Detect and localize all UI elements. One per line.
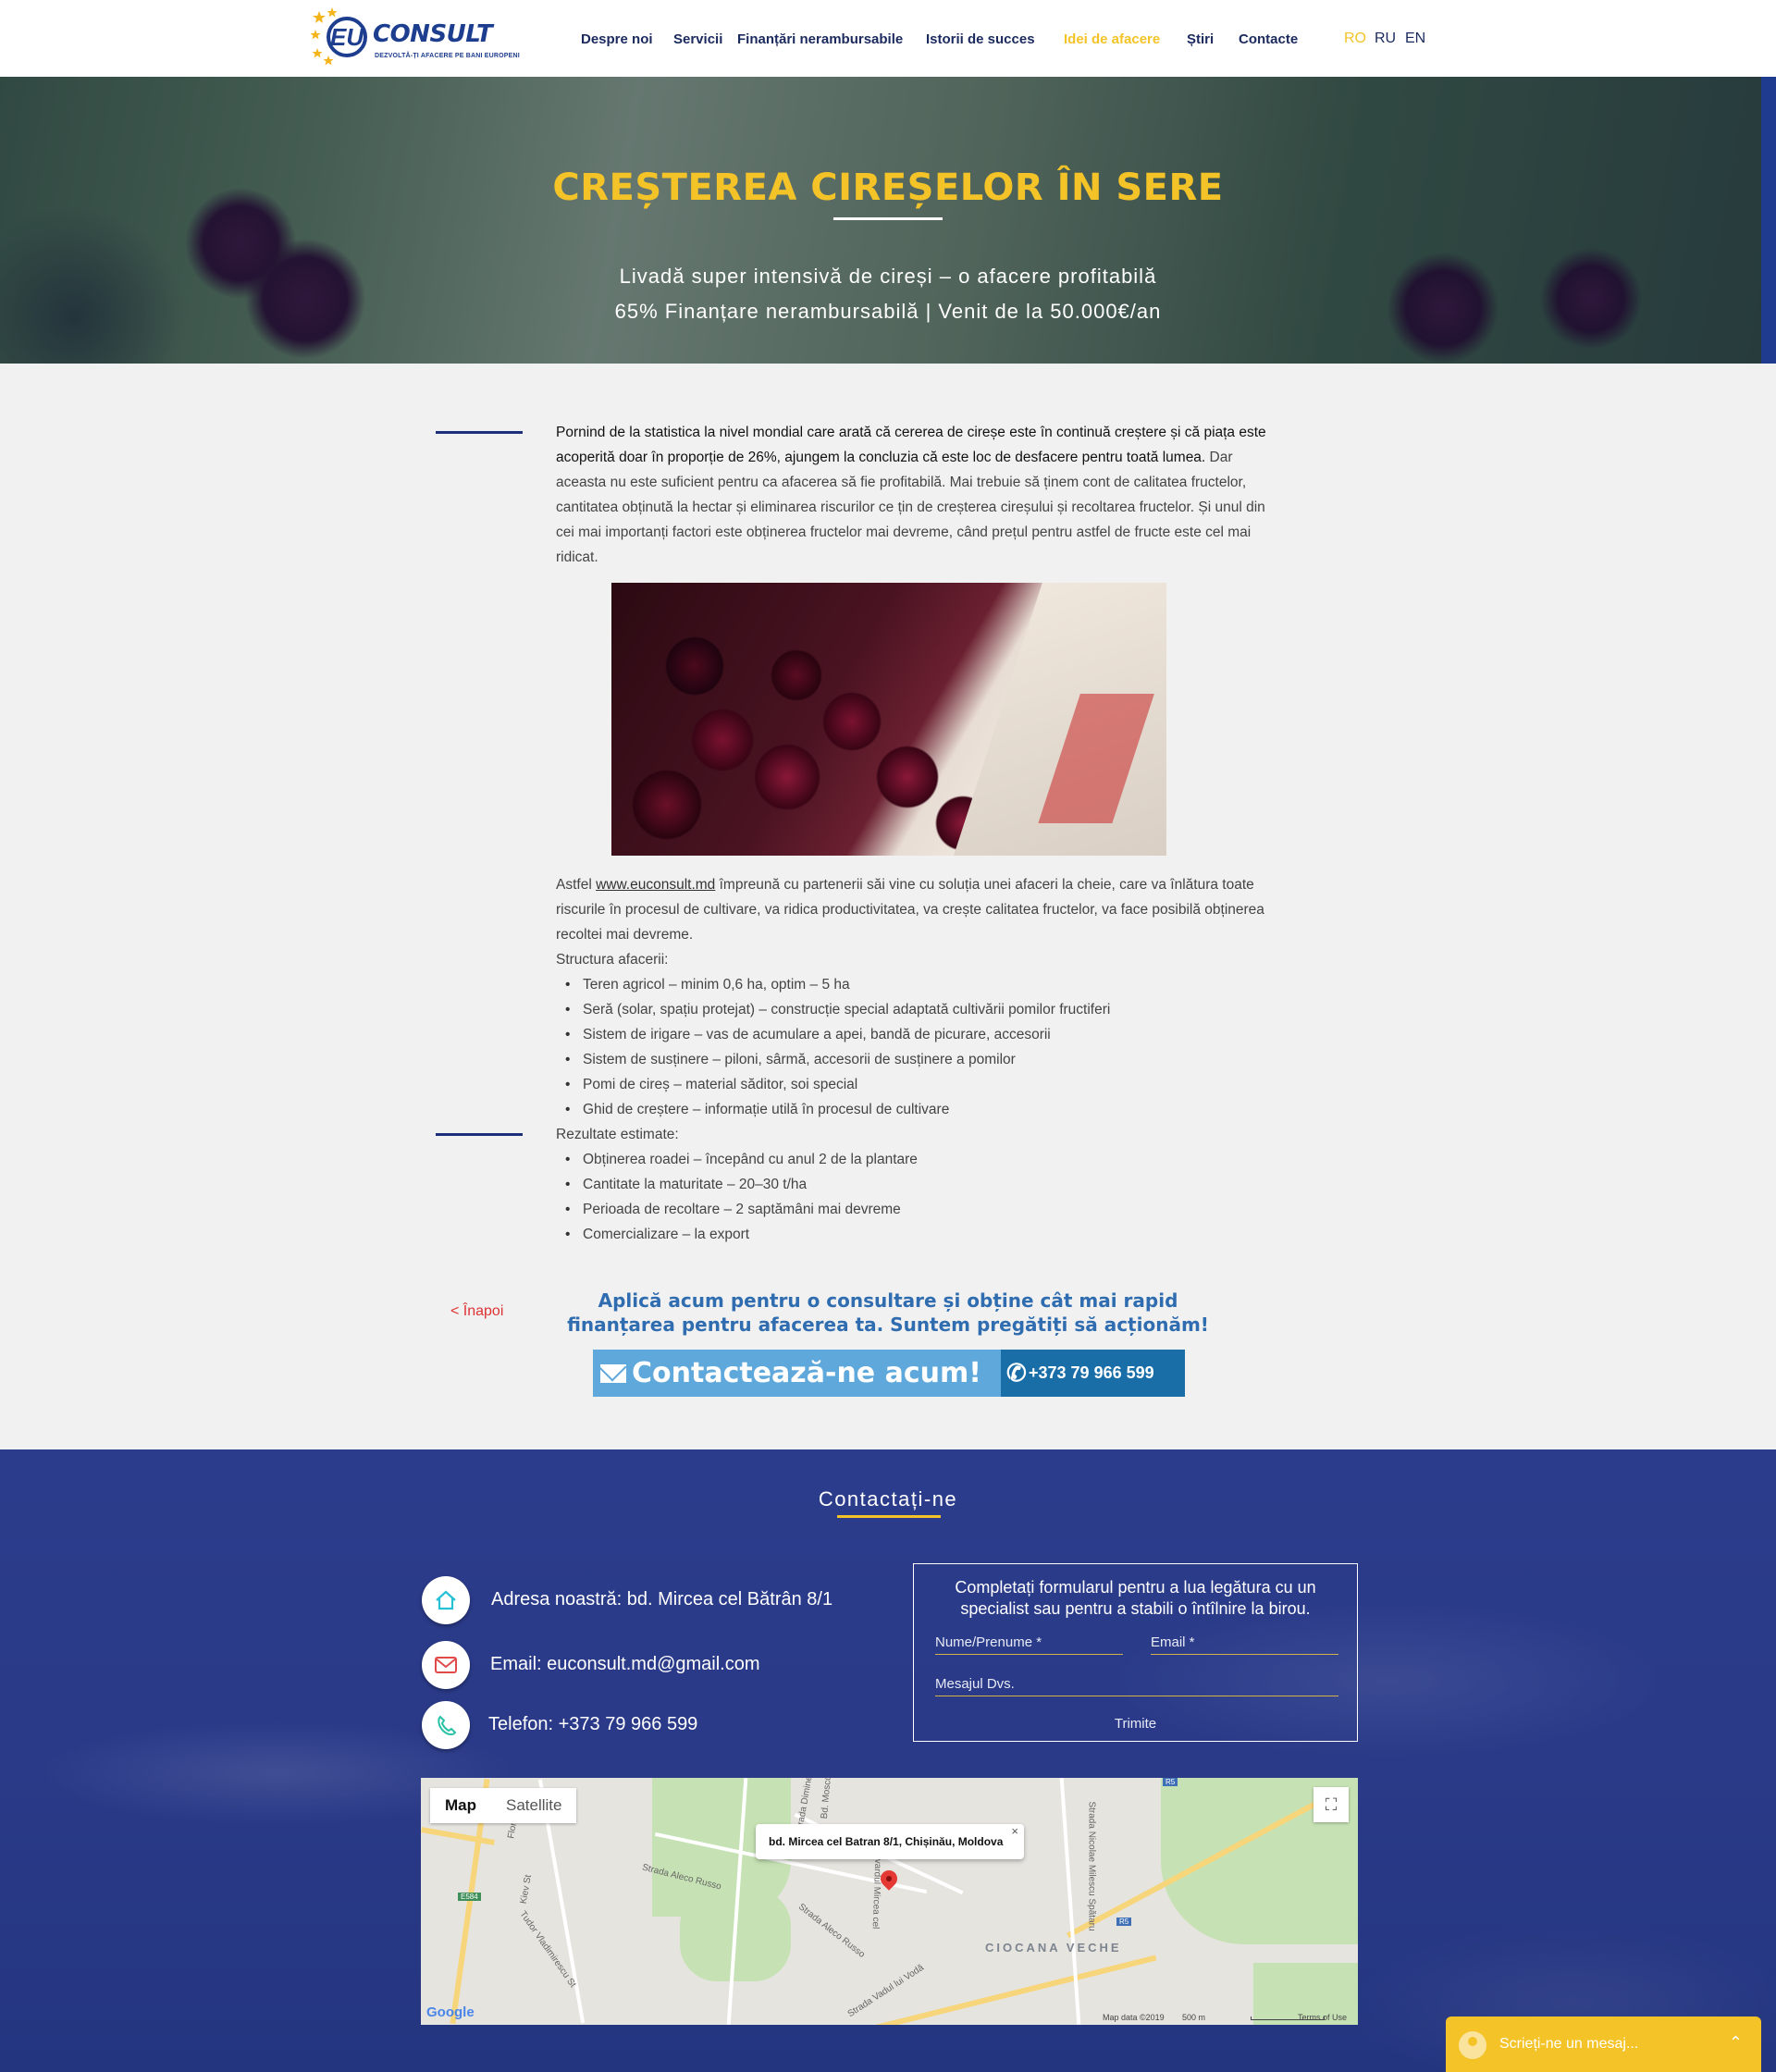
list-item: Cantitate la maturitate – 20–30 t/ha xyxy=(556,1172,1277,1197)
phone-button[interactable]: ✆ +373 79 966 599 xyxy=(1001,1350,1185,1397)
accent-line xyxy=(436,431,523,434)
nav-servicii[interactable]: Servicii xyxy=(673,31,722,47)
contact-now-label: Contactează-ne acum! xyxy=(632,1357,981,1389)
chat-avatar-icon xyxy=(1459,2031,1486,2059)
close-icon[interactable]: × xyxy=(1011,1814,1018,1849)
contact-now-button[interactable]: Contactează-ne acum! xyxy=(593,1350,1001,1397)
list-item: Teren agricol – minim 0,6 ha, optim – 5 … xyxy=(556,972,1277,997)
message-field[interactable]: Mesajul Dvs. xyxy=(935,1676,1338,1696)
submit-button[interactable]: Trimite xyxy=(914,1716,1357,1732)
back-link[interactable]: < Înapoi xyxy=(450,1303,503,1320)
map-street-label: Kiev St xyxy=(518,1873,535,1906)
map-street-label: Bd. Moscova xyxy=(819,1778,834,1819)
list-item: Comercializare – la export xyxy=(556,1222,1277,1247)
list-item: Seră (solar, spațiu protejat) – construc… xyxy=(556,997,1277,1022)
footer-title: Contactați-ne xyxy=(818,1487,958,1511)
google-map[interactable]: Florilor Kiev St Tudor Vladimirescu St S… xyxy=(421,1778,1358,2025)
fullscreen-icon[interactable]: ⛶ xyxy=(1314,1787,1349,1822)
structure-heading: Structura afacerii: xyxy=(556,952,669,968)
lang-ro[interactable]: RO xyxy=(1344,31,1366,47)
hero-subtitle-2: 65% Finanțare nerambursabilă | Venit de … xyxy=(614,300,1162,323)
map-popup-text: bd. Mircea cel Batran 8/1, Chișinău, Mol… xyxy=(769,1835,1004,1848)
envelope-icon xyxy=(600,1364,626,1383)
article-paragraph: Astfel www.euconsult.md împreună cu part… xyxy=(556,872,1277,947)
map-scale-text: 500 m xyxy=(1182,2013,1206,2022)
phone-text[interactable]: Telefon: +373 79 966 599 xyxy=(488,1714,697,1735)
mail-icon xyxy=(422,1641,470,1689)
list-item: Sistem de irigare – vas de acumulare a a… xyxy=(556,1022,1277,1047)
nav-idei-de-afacere[interactable]: Idei de afacere xyxy=(1064,31,1160,47)
form-heading-line-1: Completați formularul pentru a lua legăt… xyxy=(955,1578,1316,1597)
form-heading: Completați formularul pentru a lua legăt… xyxy=(914,1577,1357,1620)
map-district-label: CIOCANA VECHE xyxy=(985,1941,1122,1955)
list-item: Perioada de recoltare – 2 saptămâni mai … xyxy=(556,1197,1277,1222)
nav-istorii[interactable]: Istorii de succes xyxy=(926,31,1035,47)
logo[interactable]: EU CONSULT DEZVOLTĂ-ȚI AFACERE PE BANI E… xyxy=(310,7,520,67)
chat-placeholder: Scrieți-ne un mesaj... xyxy=(1499,2036,1639,2052)
road-badge: R5 xyxy=(1116,1918,1132,1926)
nav-contacte[interactable]: Contacte xyxy=(1239,31,1298,47)
para-prefix: Astfel xyxy=(556,877,597,893)
contact-form: Completați formularul pentru a lua legăt… xyxy=(913,1563,1358,1742)
name-field[interactable]: Nume/Prenume * xyxy=(935,1634,1123,1655)
hero-underline xyxy=(833,217,943,220)
structure-list: Teren agricol – minim 0,6 ha, optim – 5 … xyxy=(556,972,1277,1122)
form-heading-line-2: specialist sau pentru a stabili o întîln… xyxy=(960,1599,1311,1618)
email-text[interactable]: Email: euconsult.md@gmail.com xyxy=(490,1654,760,1675)
cta-line-1: Aplică acum pentru o consultare și obțin… xyxy=(598,1289,1178,1312)
euconsult-link[interactable]: www.euconsult.md xyxy=(596,877,715,893)
google-logo: Google xyxy=(426,2004,475,2020)
map-type-satellite[interactable]: Satellite xyxy=(491,1788,576,1823)
map-type-map[interactable]: Map xyxy=(430,1788,491,1823)
site-header: EU CONSULT DEZVOLTĂ-ȚI AFACERE PE BANI E… xyxy=(0,0,1776,77)
hero-banner: CREȘTEREA CIREȘELOR ÎN SERE Livadă super… xyxy=(0,77,1776,364)
phone-icon xyxy=(422,1701,470,1749)
map-street-label: Strada Nicolae Milescu Spătaru xyxy=(1086,1801,1097,1931)
cta-text: Aplică acum pentru o consultare și obțin… xyxy=(555,1289,1221,1337)
road-badge: R5 xyxy=(1163,1778,1178,1786)
map-info-popup: bd. Mircea cel Batran 8/1, Chișinău, Mol… xyxy=(756,1824,1024,1859)
nav-despre-noi[interactable]: Despre noi xyxy=(581,31,653,47)
lang-ru[interactable]: RU xyxy=(1375,31,1396,47)
article-intro: Pornind de la statistica la nivel mondia… xyxy=(556,420,1277,570)
intro-bold: Pornind de la statistica la nivel mondia… xyxy=(556,425,1266,465)
logo-text: CONSULT xyxy=(373,20,493,48)
map-street-label: Strada Aleco Russo xyxy=(796,1902,867,1960)
map-terms-link[interactable]: Terms of Use xyxy=(1298,2013,1347,2022)
intro-text: Dar aceasta nu este suficient pentru ca … xyxy=(556,450,1265,565)
road-badge: E584 xyxy=(458,1893,481,1901)
list-item: Ghid de creștere – informație utilă în p… xyxy=(556,1097,1277,1122)
map-street-label: Strada Vadul lui Vodă xyxy=(845,1962,926,2020)
logo-mark: EU xyxy=(327,17,367,57)
nav-finantari[interactable]: Finanțări nerambursabile xyxy=(737,31,903,47)
map-type-toggle: Map Satellite xyxy=(430,1788,577,1823)
address-text: Adresa noastră: bd. Mircea cel Bătrân 8/… xyxy=(491,1589,833,1610)
cta-line-2: finanțarea pentru afacerea ta. Suntem pr… xyxy=(567,1314,1209,1336)
results-heading: Rezultate estimate: xyxy=(556,1127,679,1142)
accent-line xyxy=(436,1133,523,1136)
crate-graphic xyxy=(954,583,1166,856)
hero-title: CREȘTEREA CIREȘELOR ÎN SERE xyxy=(552,166,1224,209)
list-item: Pomi de cireș – material săditor, soi sp… xyxy=(556,1072,1277,1097)
list-item: Obținerea roadei – începând cu anul 2 de… xyxy=(556,1147,1277,1172)
logo-tagline: DEZVOLTĂ-ȚI AFACERE PE BANI EUROPENI xyxy=(375,53,520,59)
chat-widget[interactable]: Scrieți-ne un mesaj... ⌃ xyxy=(1446,2016,1761,2072)
chevron-up-icon[interactable]: ⌃ xyxy=(1729,2033,1743,2053)
map-data-text: Map data ©2019 xyxy=(1103,2013,1165,2022)
list-item: Sistem de susținere – piloni, sârmă, acc… xyxy=(556,1047,1277,1072)
cherries-image xyxy=(611,583,1166,856)
hero-subtitle-1: Livadă super intensivă de cireși – o afa… xyxy=(619,265,1157,288)
phone-icon: ✆ xyxy=(1006,1359,1027,1387)
email-field[interactable]: Email * xyxy=(1151,1634,1338,1655)
lang-en[interactable]: EN xyxy=(1405,31,1425,47)
footer-underline xyxy=(837,1515,941,1518)
article-body: Astfel www.euconsult.md împreună cu part… xyxy=(556,872,1277,1247)
phone-button-label: +373 79 966 599 xyxy=(1029,1363,1154,1382)
nav-stiri[interactable]: Știri xyxy=(1187,31,1214,47)
results-list: Obținerea roadei – începând cu anul 2 de… xyxy=(556,1147,1277,1247)
home-icon xyxy=(422,1576,470,1624)
